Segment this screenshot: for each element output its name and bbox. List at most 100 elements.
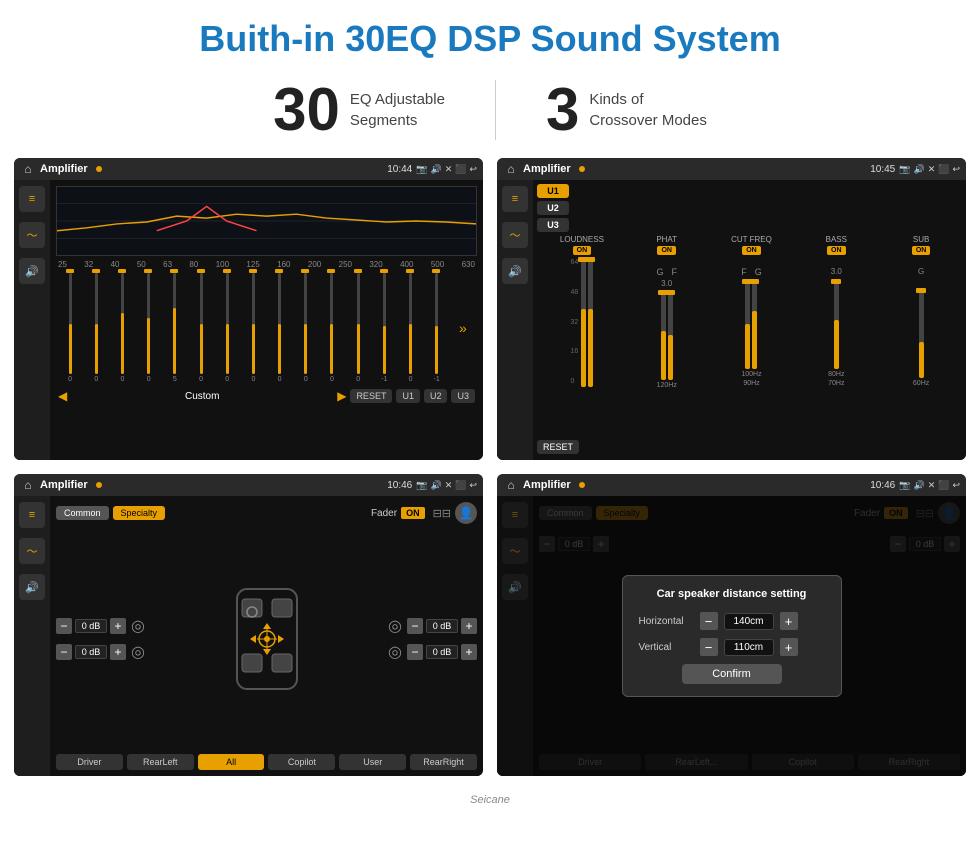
cx-ctrack-2[interactable] xyxy=(752,279,757,369)
cx-loudness-label: LOUDNESS xyxy=(560,235,604,244)
eq-slider-11[interactable]: 0 xyxy=(346,273,370,383)
cx-reset-btn[interactable]: RESET xyxy=(537,440,579,454)
cx-ptrack-1[interactable] xyxy=(661,290,666,380)
dialog-confirm-btn[interactable]: Confirm xyxy=(682,664,782,684)
db-plus-fr[interactable]: + xyxy=(461,618,477,634)
loc-all[interactable]: All xyxy=(198,754,265,770)
sidebar-btn-f-eq[interactable]: ≡ xyxy=(19,502,45,528)
fader-on-badge[interactable]: ON xyxy=(401,507,425,519)
left-sidebar-1: ≡ 〜 🔊 xyxy=(14,180,50,460)
screen-content-3: ≡ 〜 🔊 Common Specialty Fader ON ⊟⊟ 👤 xyxy=(14,496,483,776)
dialog-horizontal-plus[interactable]: + xyxy=(780,612,798,630)
db-minus-fl[interactable]: − xyxy=(56,618,72,634)
sidebar-btn-f-vol[interactable]: 🔊 xyxy=(19,574,45,600)
eq-slider-4[interactable]: 5 xyxy=(163,273,187,383)
cx-ltrack-2[interactable] xyxy=(588,257,593,387)
cx-ltrack-1[interactable] xyxy=(581,257,586,387)
eq-slider-6[interactable]: 0 xyxy=(215,273,239,383)
screen-content-1: ≡ 〜 🔊 xyxy=(14,180,483,460)
eq-slider-7[interactable]: 0 xyxy=(241,273,265,383)
status-icons-3: 📷🔊✕⬛↩ xyxy=(416,480,477,491)
tab-specialty[interactable]: Specialty xyxy=(113,506,166,520)
cx-sub-hz: 60Hz xyxy=(913,380,929,387)
eq-slider-14[interactable]: -1 xyxy=(425,273,449,383)
screen-crossover: ⌂ Amplifier 10:45 📷🔊✕⬛↩ ≡ 〜 🔊 U1 U2 U3 xyxy=(497,158,966,460)
eq-slider-0[interactable]: 0 xyxy=(58,273,82,383)
cx-sub-on[interactable]: ON xyxy=(912,246,931,255)
db-minus-rl[interactable]: − xyxy=(56,644,72,660)
cx-bass-on[interactable]: ON xyxy=(827,246,846,255)
sidebar-btn-f-wave[interactable]: 〜 xyxy=(19,538,45,564)
eq-slider-9[interactable]: 0 xyxy=(294,273,318,383)
screens-grid: ⌂ Amplifier 10:44 📷🔊✕⬛↩ ≡ 〜 🔊 xyxy=(0,158,980,790)
cx-u2-btn[interactable]: U2 xyxy=(537,201,569,215)
loc-user[interactable]: User xyxy=(339,754,406,770)
cx-sub-tracks xyxy=(919,278,924,378)
tab-common[interactable]: Common xyxy=(56,506,109,520)
stat-crossover-label: Kinds ofCrossover Modes xyxy=(589,89,707,131)
cx-cutfreq: CUT FREQ ON FG 100Hz 90Hz xyxy=(711,235,793,435)
status-dot-2 xyxy=(579,166,585,172)
cx-ptrack-2[interactable] xyxy=(668,290,673,380)
cx-btrack-1[interactable] xyxy=(834,279,839,369)
cx-phat-on[interactable]: ON xyxy=(657,246,676,255)
cx-bass-tracks xyxy=(834,278,839,369)
fader-main: Common Specialty Fader ON ⊟⊟ 👤 − 0 dB + xyxy=(50,496,483,776)
dialog-horizontal-minus[interactable]: − xyxy=(700,612,718,630)
cx-loudness-on[interactable]: ON xyxy=(573,246,592,255)
sidebar-btn-wave[interactable]: 〜 xyxy=(19,222,45,248)
cx-phat-label: PHAT xyxy=(656,235,677,244)
loc-rearleft[interactable]: RearLeft xyxy=(127,754,194,770)
eq-arrow-right[interactable]: » xyxy=(451,273,475,383)
fader-left-controls: − 0 dB + ◎ − 0 dB + ◎ xyxy=(56,616,145,662)
loc-rearright[interactable]: RearRight xyxy=(410,754,477,770)
db-minus-rr[interactable]: − xyxy=(407,644,423,660)
db-minus-fr[interactable]: − xyxy=(407,618,423,634)
cx-sub-label: SUB xyxy=(913,235,929,244)
loc-driver[interactable]: Driver xyxy=(56,754,123,770)
dialog-vertical-minus[interactable]: − xyxy=(700,638,718,656)
eq-u1-btn[interactable]: U1 xyxy=(396,389,420,403)
eq-slider-8[interactable]: 0 xyxy=(268,273,292,383)
eq-u3-btn[interactable]: U3 xyxy=(451,389,475,403)
eq-next-btn[interactable]: ▶ xyxy=(337,389,346,403)
db-plus-rr[interactable]: + xyxy=(461,644,477,660)
cx-bass: BASS ON 3.0 80Hz 70Hz xyxy=(795,235,877,435)
home-icon-2[interactable]: ⌂ xyxy=(503,161,519,177)
home-icon-1[interactable]: ⌂ xyxy=(20,161,36,177)
home-icon-3[interactable]: ⌂ xyxy=(20,477,36,493)
sidebar-btn-eq[interactable]: ≡ xyxy=(19,186,45,212)
car-diagram-svg xyxy=(217,579,317,699)
cx-strack-1[interactable] xyxy=(919,288,924,378)
dialog-horizontal-row: Horizontal − 140cm + xyxy=(639,612,825,630)
db-plus-fl[interactable]: + xyxy=(110,618,126,634)
eq-reset-btn[interactable]: RESET xyxy=(350,389,392,403)
db-val-fl: 0 dB xyxy=(75,619,107,633)
eq-u2-btn[interactable]: U2 xyxy=(424,389,448,403)
eq-slider-12[interactable]: -1 xyxy=(372,273,396,383)
cx-u3-btn[interactable]: U3 xyxy=(537,218,569,232)
db-val-rr: 0 dB xyxy=(426,645,458,659)
cx-u1-btn[interactable]: U1 xyxy=(537,184,569,198)
cx-reset-row: RESET xyxy=(537,438,962,456)
home-icon-4[interactable]: ⌂ xyxy=(503,477,519,493)
eq-slider-3[interactable]: 0 xyxy=(137,273,161,383)
eq-prev-btn[interactable]: ◀ xyxy=(58,389,67,403)
cx-ctrack-1[interactable] xyxy=(745,279,750,369)
stat-crossover-number: 3 xyxy=(546,80,579,140)
eq-slider-10[interactable]: 0 xyxy=(320,273,344,383)
eq-bottom-bar: ◀ Custom ▶ RESET U1 U2 U3 xyxy=(56,387,477,405)
db-plus-rl[interactable]: + xyxy=(110,644,126,660)
eq-slider-5[interactable]: 0 xyxy=(189,273,213,383)
dialog-box: Car speaker distance setting Horizontal … xyxy=(622,575,842,697)
app-title-3: Amplifier xyxy=(40,479,88,491)
sidebar-btn-vol[interactable]: 🔊 xyxy=(19,258,45,284)
eq-slider-13[interactable]: 0 xyxy=(398,273,422,383)
watermark: Seicane xyxy=(0,790,980,814)
eq-slider-2[interactable]: 0 xyxy=(110,273,134,383)
dialog-vertical-plus[interactable]: + xyxy=(780,638,798,656)
eq-slider-1[interactable]: 0 xyxy=(84,273,108,383)
cx-cutfreq-on[interactable]: ON xyxy=(742,246,761,255)
loc-copilot[interactable]: Copilot xyxy=(268,754,335,770)
sidebar-btn-cx-eq[interactable]: ≡ xyxy=(502,186,528,212)
